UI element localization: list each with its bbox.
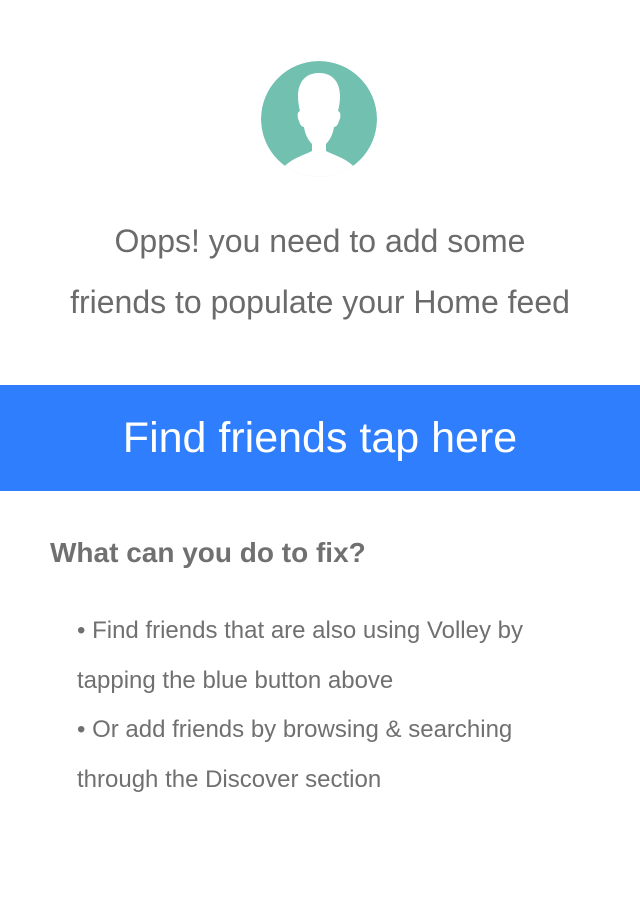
empty-feed-message: Opps! you need to add some friends to po…	[0, 211, 640, 333]
message-line-1: Opps! you need to add some	[114, 223, 526, 259]
user-silhouette-icon	[261, 61, 377, 177]
tips-list: • Find friends that are also using Volle…	[77, 606, 617, 804]
avatar	[261, 61, 377, 177]
tip-line: • Find friends that are also using Volle…	[77, 617, 523, 644]
message-line-2: friends to populate your Home feed	[70, 284, 570, 320]
tip-item: • Find friends that are also using Volle…	[77, 606, 617, 705]
tip-line: • Or add friends by browsing & searching	[77, 716, 513, 743]
tip-item: • Or add friends by browsing & searching…	[77, 705, 617, 804]
find-friends-button[interactable]: Find friends tap here	[0, 385, 640, 491]
help-title: What can you do to fix?	[50, 537, 366, 568]
tip-line: through the Discover section	[77, 765, 382, 793]
tip-line: tapping the blue button above	[77, 666, 394, 694]
